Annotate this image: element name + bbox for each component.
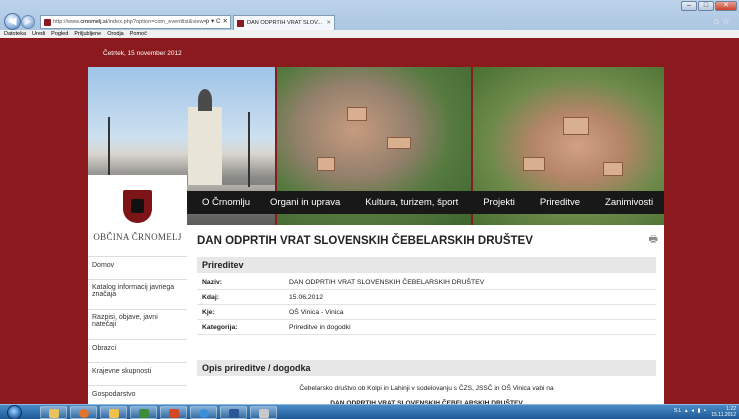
menu-item[interactable]: Pomoč <box>130 30 147 38</box>
start-orb-icon[interactable] <box>7 405 22 419</box>
home-icon[interactable]: ⌂ <box>713 16 721 26</box>
current-date: Četrtek, 15 november 2012 <box>103 50 182 57</box>
back-icon[interactable]: ◀ <box>4 13 21 30</box>
roof-shape <box>523 157 545 171</box>
excel-icon[interactable] <box>130 406 157 419</box>
nav-item[interactable]: Zanimivosti <box>605 197 653 208</box>
sidebar-item[interactable]: Obrazci <box>88 339 187 362</box>
nav-item[interactable]: Kultura, turizem, šport <box>365 197 458 208</box>
clock[interactable]: 1:22 15.11.2012 <box>711 406 736 418</box>
field-label: Kdaj: <box>202 294 219 301</box>
main-navigation: O Črnomlju Organi in uprava Kultura, turiz… <box>187 191 664 214</box>
word-icon[interactable] <box>220 406 247 419</box>
tab-favicon-icon <box>237 20 244 27</box>
nav-item[interactable]: Organi in uprava <box>270 197 340 208</box>
close-window-button[interactable]: ✕ <box>715 1 737 11</box>
favorites-star-icon[interactable]: ☆ <box>722 16 733 26</box>
roof-shape <box>563 117 589 135</box>
roof-shape <box>317 157 335 171</box>
sidebar-item[interactable]: Krajevne skupnosti <box>88 362 187 385</box>
toolbar-icons: ⌂☆ <box>713 16 733 27</box>
minimize-button[interactable]: – <box>681 1 697 11</box>
maximize-button[interactable]: □ <box>698 1 714 11</box>
internet-explorer-icon[interactable] <box>190 406 217 419</box>
sidebar-item[interactable]: Katalog informacij javnega značaja <box>88 279 187 309</box>
field-label: Kje: <box>202 309 215 316</box>
nav-item[interactable]: Projekti <box>483 197 515 208</box>
print-icon[interactable]: 🖶 <box>649 232 658 249</box>
site-top-bar: Četrtek, 15 november 2012 <box>88 38 664 67</box>
field-row: Kdaj: 15.06.2012 <box>197 290 656 305</box>
roof-shape <box>603 162 623 176</box>
field-value: Prireditve in dogodki <box>289 324 351 331</box>
lamp-post <box>248 112 250 187</box>
window-controls: – □ ✕ <box>681 1 737 11</box>
sidebar-item[interactable]: Gospodarstvo <box>88 385 187 404</box>
web-page: Četrtek, 15 november 2012 OBČINA ČRNOMEL… <box>88 38 664 404</box>
section-header-description: Opis prireditve / dogodka <box>197 360 656 376</box>
event-content: DAN ODPRTIH VRAT SLOVENSKIH ČEBELARSKIH … <box>197 225 658 404</box>
field-row: Naziv: DAN ODPRTIH VRAT SLOVENSKIH ČEBELA… <box>197 275 656 290</box>
address-controls[interactable]: ρ ▾ C ✕ <box>205 16 228 28</box>
field-value: 15.06.2012 <box>289 294 324 301</box>
field-label: Naziv: <box>202 279 223 286</box>
favicon-icon <box>44 19 51 26</box>
folder-icon[interactable] <box>100 406 127 419</box>
tab-title: DAN ODPRTIH VRAT SLOV... <box>247 20 323 26</box>
event-description: Čebelarsko društvo ob Kolpi in Lahinji v… <box>197 381 656 404</box>
sidebar-item[interactable]: Razpisi, objave, javni natečaji <box>88 309 187 339</box>
menu-item[interactable]: Priljubljene <box>74 30 101 38</box>
sidebar-menu: Domov Katalog informacij javnega značaja R… <box>88 256 187 404</box>
system-tray[interactable]: SL ▴ ◂ ▮ ▪ <box>674 408 707 414</box>
sidebar-item[interactable]: Domov <box>88 256 187 279</box>
field-row: Kje: OŠ Vinica - Vinica <box>197 305 656 320</box>
section-header-event: Prireditev <box>197 257 656 273</box>
paint-icon[interactable] <box>250 406 277 419</box>
address-domain: crnomelj.si <box>80 19 108 25</box>
roof-shape <box>387 137 411 149</box>
address-path: /index.php?option=com_eventlist&view= <box>107 19 207 25</box>
forward-icon[interactable]: ▶ <box>21 15 35 29</box>
address-prefix: http://www. <box>53 19 81 25</box>
powerpoint-icon[interactable] <box>160 406 187 419</box>
menu-item[interactable]: Orodja <box>107 30 124 38</box>
church-shape <box>188 89 222 187</box>
field-label: Kategorija: <box>202 324 238 331</box>
field-row: Kategorija: Prireditve in dogodki <box>197 320 656 335</box>
page-title: DAN ODPRTIH VRAT SLOVENSKIH ČEBELARSKIH … <box>197 235 533 247</box>
nav-item[interactable]: Prireditve <box>540 197 580 208</box>
coat-of-arms-icon <box>123 190 152 223</box>
field-value: OŠ Vinica - Vinica <box>289 309 344 316</box>
clock-date: 15.11.2012 <box>711 412 736 418</box>
browser-tab[interactable]: DAN ODPRTIH VRAT SLOV... ✕ <box>233 15 335 30</box>
nav-item[interactable]: O Črnomlju <box>202 197 250 208</box>
menu-bar: Datoteka Uredi Pogled Priljubljene Orodja Pom… <box>0 30 739 38</box>
taskbar: SL ▴ ◂ ▮ ▪ 1:22 15.11.2012 <box>0 404 739 419</box>
description-headline: DAN ODPRTIH VRAT SLOVENSKIH ČEBELARSKIH … <box>330 400 523 404</box>
roof-shape <box>347 107 367 121</box>
browser-chrome: – □ ✕ ◀ ▶ http://www.crnomelj.si/index.p… <box>0 0 739 38</box>
firefox-icon[interactable] <box>70 406 97 419</box>
field-value: DAN ODPRTIH VRAT SLOVENSKIH ČEBELARSKIH … <box>289 279 485 286</box>
explorer-icon[interactable] <box>40 406 67 419</box>
menu-item[interactable]: Datoteka <box>4 30 26 38</box>
logo-text: OBČINA ČRNOMELJ <box>93 232 182 242</box>
description-line: Čebelarsko društvo ob Kolpi in Lahinji v… <box>299 385 554 392</box>
menu-item[interactable]: Pogled <box>51 30 68 38</box>
tab-close-icon[interactable]: ✕ <box>326 16 331 30</box>
address-bar[interactable]: http://www.crnomelj.si/index.php?option=… <box>40 15 231 29</box>
menu-item[interactable]: Uredi <box>32 30 45 38</box>
